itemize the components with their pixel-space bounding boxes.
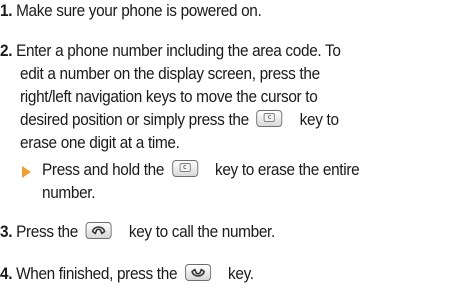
step-text: key to call the number. [128,223,275,241]
step-text: Make sure your phone is powered on. [16,2,262,20]
step-text: key. [228,265,254,283]
step-1: 1. Make sure your phone is powered on. [0,1,262,21]
step-2-line-3: right/left navigation keys to move the c… [20,87,318,107]
step-2-line-5: erase one digit at a time. [20,133,180,153]
end-key-icon [184,264,211,282]
step-text: edit a number on the display screen, pre… [20,65,320,83]
step-4: 4. When finished, press the key. [0,264,254,284]
step-text: Press the [16,223,78,241]
bullet-text: number. [42,184,96,202]
step-2-line-2: edit a number on the display screen, pre… [20,64,320,84]
clear-key-icon: c [171,160,198,178]
step-text: key to [299,111,339,129]
clear-key-icon: c [256,110,283,128]
step-text: erase one digit at a time. [20,134,180,152]
step-3: 3. Press the key to call the number. [0,222,275,242]
step-number: 1. [0,2,13,20]
step-text: right/left navigation keys to move the c… [20,88,318,106]
step-text: When finished, press the [16,265,178,283]
step-text: desired position or simply press the [20,111,249,129]
sub-bullet-line-2: number. [42,183,95,203]
send-key-icon [85,222,112,240]
step-text: Enter a phone number including the area … [16,42,341,60]
step-2-line-4: desired position or simply press the c k… [20,110,339,130]
bullet-text: key to erase the entire [214,161,360,179]
step-2-line-1: 2. Enter a phone number including the ar… [0,41,341,61]
instruction-document: 1. Make sure your phone is powered on. 2… [0,0,453,295]
sub-bullet-line-1: Press and hold the c key to erase the en… [42,160,360,180]
bullet-arrow-icon [22,166,31,178]
bullet-text: Press and hold the [42,161,165,179]
step-number: 2. [0,42,13,60]
step-number: 3. [0,223,13,241]
step-number: 4. [0,265,13,283]
